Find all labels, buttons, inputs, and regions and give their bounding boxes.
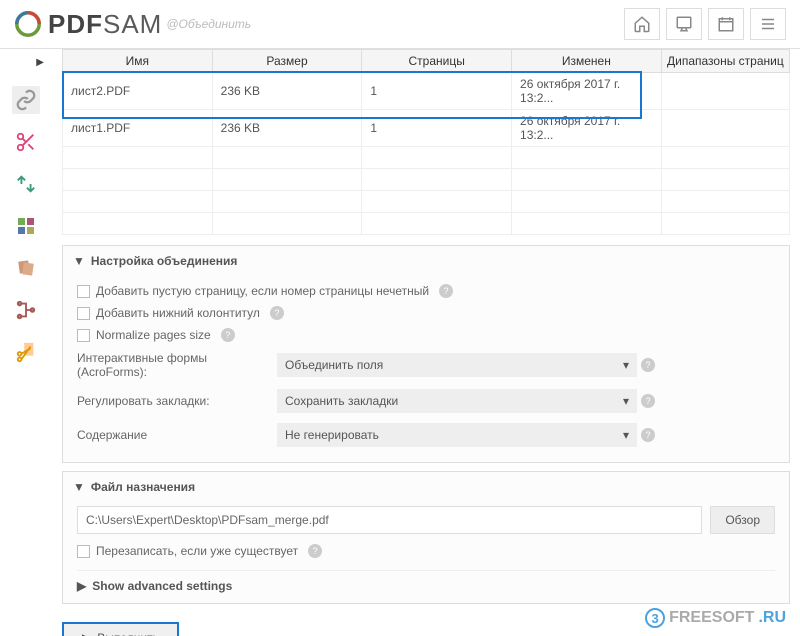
menu-button[interactable] — [750, 8, 786, 40]
sidebar-expand-icon[interactable]: ▶ — [36, 57, 44, 68]
tree-icon — [15, 299, 37, 321]
chevron-down-icon: ▾ — [623, 358, 629, 372]
add-blank-checkbox[interactable] — [77, 285, 90, 298]
normalize-checkbox[interactable] — [77, 329, 90, 342]
col-modified[interactable]: Изменен — [512, 50, 662, 73]
help-icon[interactable]: ? — [641, 428, 655, 442]
rotate-icon — [15, 173, 37, 195]
pdfsam-logo-icon — [14, 10, 42, 38]
sidebar-bookmarks[interactable] — [12, 296, 40, 324]
calendar-button[interactable] — [708, 8, 744, 40]
merge-settings-toggle[interactable]: ▼Настройка объединения — [63, 246, 789, 276]
merge-settings-panel: ▼Настройка объединения Добавить пустую с… — [62, 245, 790, 463]
sidebar-size-split[interactable] — [12, 338, 40, 366]
output-path-input[interactable]: C:\Users\Expert\Desktop\PDFsam_merge.pdf — [77, 506, 702, 534]
link-icon — [15, 89, 37, 111]
chevron-right-icon: ▶ — [77, 579, 86, 593]
table-row[interactable]: лист1.PDF236 KB126 октября 2017 г. 13:2.… — [63, 110, 790, 147]
table-row[interactable] — [63, 191, 790, 213]
col-pages[interactable]: Страницы — [362, 50, 512, 73]
app-header: PDFSAM @Объединить — [0, 0, 800, 49]
sidebar-rotate[interactable] — [12, 170, 40, 198]
bookmarks-select[interactable]: Сохранить закладки▾ — [277, 389, 637, 413]
toc-select[interactable]: Не генерировать▾ — [277, 423, 637, 447]
help-icon[interactable]: ? — [221, 328, 235, 342]
run-button[interactable]: ▶Выполнить — [62, 622, 179, 636]
notify-button[interactable] — [666, 8, 702, 40]
brand-text: PDFSAM — [48, 9, 162, 40]
chevron-down-icon: ▾ — [623, 428, 629, 442]
acroforms-select[interactable]: Объединить поля▾ — [277, 353, 637, 377]
destination-panel: ▼Файл назначения C:\Users\Expert\Desktop… — [62, 471, 790, 604]
table-row[interactable]: лист2.PDF236 KB126 октября 2017 г. 13:2.… — [63, 73, 790, 110]
table-row[interactable] — [63, 147, 790, 169]
files-table: Имя Размер Страницы Изменен Дипапазоны с… — [62, 49, 790, 235]
overwrite-checkbox[interactable] — [77, 545, 90, 558]
mix-icon — [16, 258, 36, 278]
col-ranges[interactable]: Дипапазоны страниц — [661, 50, 789, 73]
add-footer-checkbox[interactable] — [77, 307, 90, 320]
play-icon: ▶ — [82, 631, 91, 636]
page-subtitle: @Объединить — [166, 17, 251, 31]
extract-icon — [16, 216, 36, 236]
home-button[interactable] — [624, 8, 660, 40]
help-icon[interactable]: ? — [641, 394, 655, 408]
table-row[interactable] — [63, 169, 790, 191]
help-icon[interactable]: ? — [270, 306, 284, 320]
advanced-settings-toggle[interactable]: ▶Show advanced settings — [77, 570, 775, 593]
table-row[interactable] — [63, 213, 790, 235]
browse-button[interactable]: Обзор — [710, 506, 775, 534]
col-size[interactable]: Размер — [212, 50, 362, 73]
main-content: Имя Размер Страницы Изменен Дипапазоны с… — [52, 49, 800, 636]
watermark: 3 FREESOFT.RU — [645, 608, 786, 628]
help-icon[interactable]: ? — [308, 544, 322, 558]
chevron-down-icon: ▼ — [73, 480, 85, 494]
sidebar-merge[interactable] — [12, 86, 40, 114]
sidebar-split[interactable] — [12, 128, 40, 156]
chevron-down-icon: ▾ — [623, 394, 629, 408]
col-name[interactable]: Имя — [63, 50, 213, 73]
chevron-down-icon: ▼ — [73, 254, 85, 268]
sidebar-extract[interactable] — [12, 212, 40, 240]
scissors-page-icon — [15, 341, 37, 363]
destination-toggle[interactable]: ▼Файл назначения — [63, 472, 789, 502]
scissors-icon — [15, 131, 37, 153]
help-icon[interactable]: ? — [439, 284, 453, 298]
sidebar-mix[interactable] — [12, 254, 40, 282]
sidebar: ▶ — [0, 49, 52, 636]
help-icon[interactable]: ? — [641, 358, 655, 372]
app-logo: PDFSAM @Объединить — [14, 9, 251, 40]
